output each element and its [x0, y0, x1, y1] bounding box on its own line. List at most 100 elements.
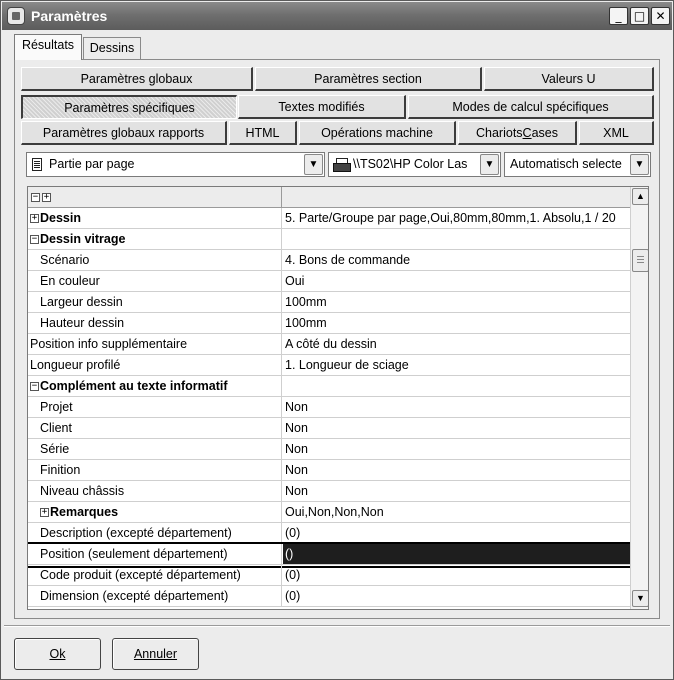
- property-value-cell[interactable]: Non: [283, 460, 630, 480]
- property-value-cell[interactable]: [283, 229, 630, 249]
- subtab-modes-de-calcul[interactable]: Modes de calcul spécifiques: [408, 95, 654, 119]
- bottom-separator: [4, 625, 670, 627]
- grid-row[interactable]: Scénario 4. Bons de commande: [28, 250, 630, 271]
- grid-row[interactable]: Finition Non: [28, 460, 630, 481]
- subtab-textes-modifies[interactable]: Textes modifiés: [238, 95, 406, 119]
- property-name-cell: En couleur: [28, 271, 282, 291]
- grid-row[interactable]: Position (seulement département) (): [28, 542, 648, 568]
- property-grid[interactable]: − + + Dessin 5. Parte/Groupe par page,Oui,…: [27, 186, 649, 610]
- grid-row[interactable]: Dimension (excepté département) (0): [28, 586, 630, 607]
- minimize-button[interactable]: _: [609, 7, 628, 25]
- collapse-icon[interactable]: −: [30, 382, 39, 392]
- property-name-cell: Finition: [28, 460, 282, 480]
- property-name-cell: Dimension (excepté département): [28, 586, 282, 606]
- subtab-operations-machine[interactable]: Opérations machine: [299, 121, 456, 145]
- property-label: Complément au texte informatif: [40, 379, 228, 393]
- property-label: En couleur: [40, 274, 100, 288]
- scroll-up-icon[interactable]: ▲: [632, 188, 648, 205]
- property-label: Scénario: [40, 253, 90, 267]
- property-label: Position (seulement département): [40, 547, 228, 561]
- property-value-cell[interactable]: 4. Bons de commande: [283, 250, 630, 270]
- tray-select[interactable]: Automatisch selecte ▼: [504, 152, 651, 177]
- property-value-cell[interactable]: [283, 376, 630, 396]
- property-value-cell[interactable]: 5. Parte/Groupe par page,Oui,80mm,80mm,1…: [283, 208, 630, 228]
- property-value-cell[interactable]: Non: [283, 439, 630, 459]
- property-name-cell: Projet: [28, 397, 282, 417]
- property-value-cell[interactable]: (): [283, 544, 630, 564]
- cancel-button[interactable]: Annuler: [112, 638, 199, 670]
- grid-row[interactable]: Série Non: [28, 439, 630, 460]
- property-name-cell: Client: [28, 418, 282, 438]
- grid-row[interactable]: Projet Non: [28, 397, 630, 418]
- property-value-cell[interactable]: Non: [283, 418, 630, 438]
- property-value-cell[interactable]: Non: [283, 481, 630, 501]
- property-value-cell[interactable]: (0): [283, 586, 630, 606]
- parametres-dialog: Paramètres _ □ ✕ Résultats Dessins Param…: [0, 0, 674, 680]
- expand-all-icon[interactable]: +: [42, 193, 51, 202]
- property-name-cell: Hauteur dessin: [28, 313, 282, 333]
- grid-row[interactable]: Code produit (excepté département) (0): [28, 565, 630, 586]
- subtab-xml[interactable]: XML: [579, 121, 654, 145]
- cancel-button-label: Annuler: [133, 647, 178, 661]
- property-value-cell[interactable]: Non: [283, 397, 630, 417]
- grid-row[interactable]: Hauteur dessin 100mm: [28, 313, 630, 334]
- subtab-parametres-section[interactable]: Paramètres section: [255, 67, 482, 91]
- tab-dessins[interactable]: Dessins: [83, 37, 141, 59]
- property-value-cell[interactable]: (0): [283, 523, 630, 543]
- maximize-button[interactable]: □: [630, 7, 649, 25]
- property-value-cell[interactable]: Oui,Non,Non,Non: [283, 502, 630, 522]
- property-value-cell[interactable]: 1. Longueur de sciage: [283, 355, 630, 375]
- property-label: Longueur profilé: [30, 358, 121, 372]
- ok-button[interactable]: Ok: [14, 638, 101, 670]
- property-label: Hauteur dessin: [40, 316, 125, 330]
- property-value-cell[interactable]: (0): [283, 565, 630, 585]
- grid-row[interactable]: Position info supplémentaire A côté du de…: [28, 334, 630, 355]
- property-name-cell: Série: [28, 439, 282, 459]
- property-value-cell[interactable]: A côté du dessin: [283, 334, 630, 354]
- subtab-chariots-cases[interactable]: ChariotsCases: [458, 121, 577, 145]
- grid-row[interactable]: Niveau châssis Non: [28, 481, 630, 502]
- chevron-down-icon[interactable]: ▼: [630, 154, 649, 175]
- grid-header: − +: [28, 187, 630, 208]
- grid-group-row[interactable]: + Remarques Oui,Non,Non,Non: [28, 502, 630, 523]
- printer-select[interactable]: \\TS02\HP Color Las ▼: [328, 152, 501, 177]
- subtab-parametres-globaux[interactable]: Paramètres globaux: [21, 67, 253, 91]
- property-value-cell[interactable]: 100mm: [283, 292, 630, 312]
- subtab-parametres-globaux-rapports[interactable]: Paramètres globaux rapports: [21, 121, 227, 145]
- grid-group-row[interactable]: − Complément au texte informatif: [28, 376, 630, 397]
- chevron-down-icon[interactable]: ▼: [480, 154, 499, 175]
- close-button[interactable]: ✕: [651, 7, 670, 25]
- title-bar[interactable]: Paramètres _ □ ✕: [2, 2, 672, 30]
- collapse-all-icon[interactable]: −: [31, 193, 40, 202]
- grid-row[interactable]: Client Non: [28, 418, 630, 439]
- property-label: Finition: [40, 463, 81, 477]
- grid-group-row[interactable]: − Dessin vitrage: [28, 229, 630, 250]
- expand-icon[interactable]: +: [30, 214, 39, 224]
- subtab-html[interactable]: HTML: [229, 121, 297, 145]
- grid-row[interactable]: Largeur dessin 100mm: [28, 292, 630, 313]
- vertical-scrollbar[interactable]: ▲ ▼: [630, 187, 648, 609]
- ok-button-label: Ok: [49, 647, 66, 661]
- scroll-thumb[interactable]: [632, 249, 648, 272]
- grid-row[interactable]: En couleur Oui: [28, 271, 630, 292]
- scroll-down-icon[interactable]: ▼: [632, 590, 648, 607]
- property-value-cell[interactable]: Oui: [283, 271, 630, 291]
- property-name-cell: + Remarques: [28, 502, 282, 522]
- property-value-cell[interactable]: 100mm: [283, 313, 630, 333]
- grid-header-name-column: − +: [28, 187, 282, 208]
- property-label: Série: [40, 442, 70, 456]
- grid-row[interactable]: Longueur profilé 1. Longueur de sciage: [28, 355, 630, 376]
- property-label: Dessin vitrage: [40, 232, 126, 246]
- printer-icon: [333, 158, 351, 172]
- layout-select[interactable]: Partie par page ▼: [26, 152, 325, 177]
- tab-resultats[interactable]: Résultats: [14, 34, 82, 60]
- expand-icon[interactable]: +: [40, 508, 49, 518]
- subtab-parametres-specifiques[interactable]: Paramètres spécifiques: [21, 95, 237, 119]
- property-label: Remarques: [50, 505, 119, 519]
- subtab-valeurs-u[interactable]: Valeurs U: [484, 67, 654, 91]
- grid-row[interactable]: Description (excepté département) (0): [28, 523, 630, 544]
- collapse-icon[interactable]: −: [30, 235, 39, 245]
- property-label: Niveau châssis: [40, 484, 125, 498]
- chevron-down-icon[interactable]: ▼: [304, 154, 323, 175]
- grid-group-row[interactable]: + Dessin 5. Parte/Groupe par page,Oui,80mm…: [28, 208, 630, 229]
